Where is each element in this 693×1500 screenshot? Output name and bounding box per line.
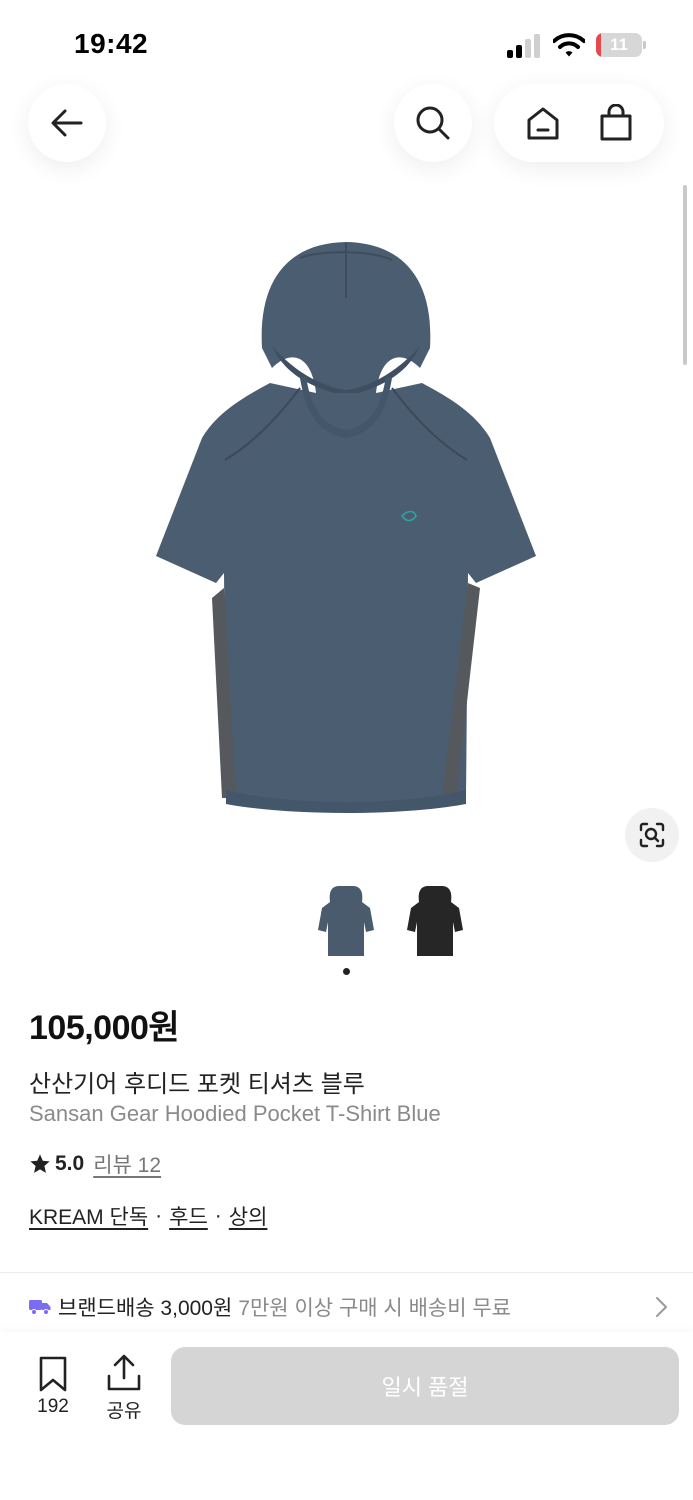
search-button[interactable] (394, 84, 472, 162)
battery-level: 11 (610, 35, 628, 54)
shipping-label: 브랜드배송 3,000원 (58, 1297, 233, 1320)
image-search-icon (639, 822, 665, 848)
section-divider (0, 1272, 693, 1273)
thumbnail-blue[interactable] (318, 884, 374, 960)
rating-row: 5.0 리뷰 12 (29, 1150, 161, 1178)
tag-kream-exclusive[interactable]: KREAM 단독 (29, 1201, 148, 1231)
tag-separator: · (155, 1204, 163, 1227)
rating-value: 5.0 (55, 1152, 85, 1175)
bottom-action-bar: 192 공유 일시 품절 (0, 1332, 693, 1500)
battery-indicator: 11 (596, 33, 646, 57)
product-main-image[interactable] (150, 238, 542, 816)
truck-icon (29, 1300, 51, 1315)
carousel-page-dot (343, 968, 350, 975)
share-button[interactable]: 공유 (99, 1354, 149, 1426)
thumbnail-black[interactable] (407, 884, 463, 960)
shopping-bag-icon (600, 104, 631, 141)
star-icon (30, 1154, 50, 1173)
bookmark-count: 192 (37, 1396, 69, 1417)
bookmark-button[interactable]: 192 (28, 1356, 78, 1426)
product-name-english: Sansan Gear Hoodied Pocket T-Shirt Blue (29, 1101, 441, 1126)
product-name-korean: 산산기어 후디드 포켓 티셔츠 블루 (29, 1071, 365, 1098)
nav-pill (494, 84, 664, 162)
home-icon (527, 107, 558, 140)
review-link[interactable]: 리뷰 12 (93, 1149, 161, 1179)
chevron-right-icon (656, 1297, 667, 1317)
category-tags: KREAM 단독 · 후드 · 상의 (29, 1202, 267, 1230)
temporarily-sold-out-button[interactable]: 일시 품절 (171, 1347, 679, 1425)
home-button[interactable] (525, 105, 561, 141)
tag-top[interactable]: 상의 (229, 1201, 268, 1231)
cart-button[interactable] (598, 104, 634, 142)
product-price: 105,000원 (29, 1009, 180, 1047)
shipping-description: 7만원 이상 구매 시 배송비 무료 (238, 1297, 512, 1320)
wifi-icon (553, 33, 585, 57)
status-bar: 19:42 11 (0, 0, 693, 80)
search-icon (416, 106, 450, 140)
bookmark-icon (39, 1356, 67, 1392)
cellular-signal-icon (507, 34, 540, 58)
share-icon (107, 1354, 141, 1391)
status-time: 19:42 (74, 28, 149, 59)
scroll-indicator (683, 185, 687, 365)
tag-separator: · (214, 1204, 222, 1227)
arrow-left-icon (51, 109, 83, 137)
shipping-info-row[interactable]: 브랜드배송 3,000원 7만원 이상 구매 시 배송비 무료 (29, 1292, 669, 1322)
image-search-button[interactable] (625, 808, 679, 862)
tag-hood[interactable]: 후드 (169, 1201, 208, 1231)
back-button[interactable] (28, 84, 106, 162)
share-label: 공유 (106, 1401, 142, 1422)
